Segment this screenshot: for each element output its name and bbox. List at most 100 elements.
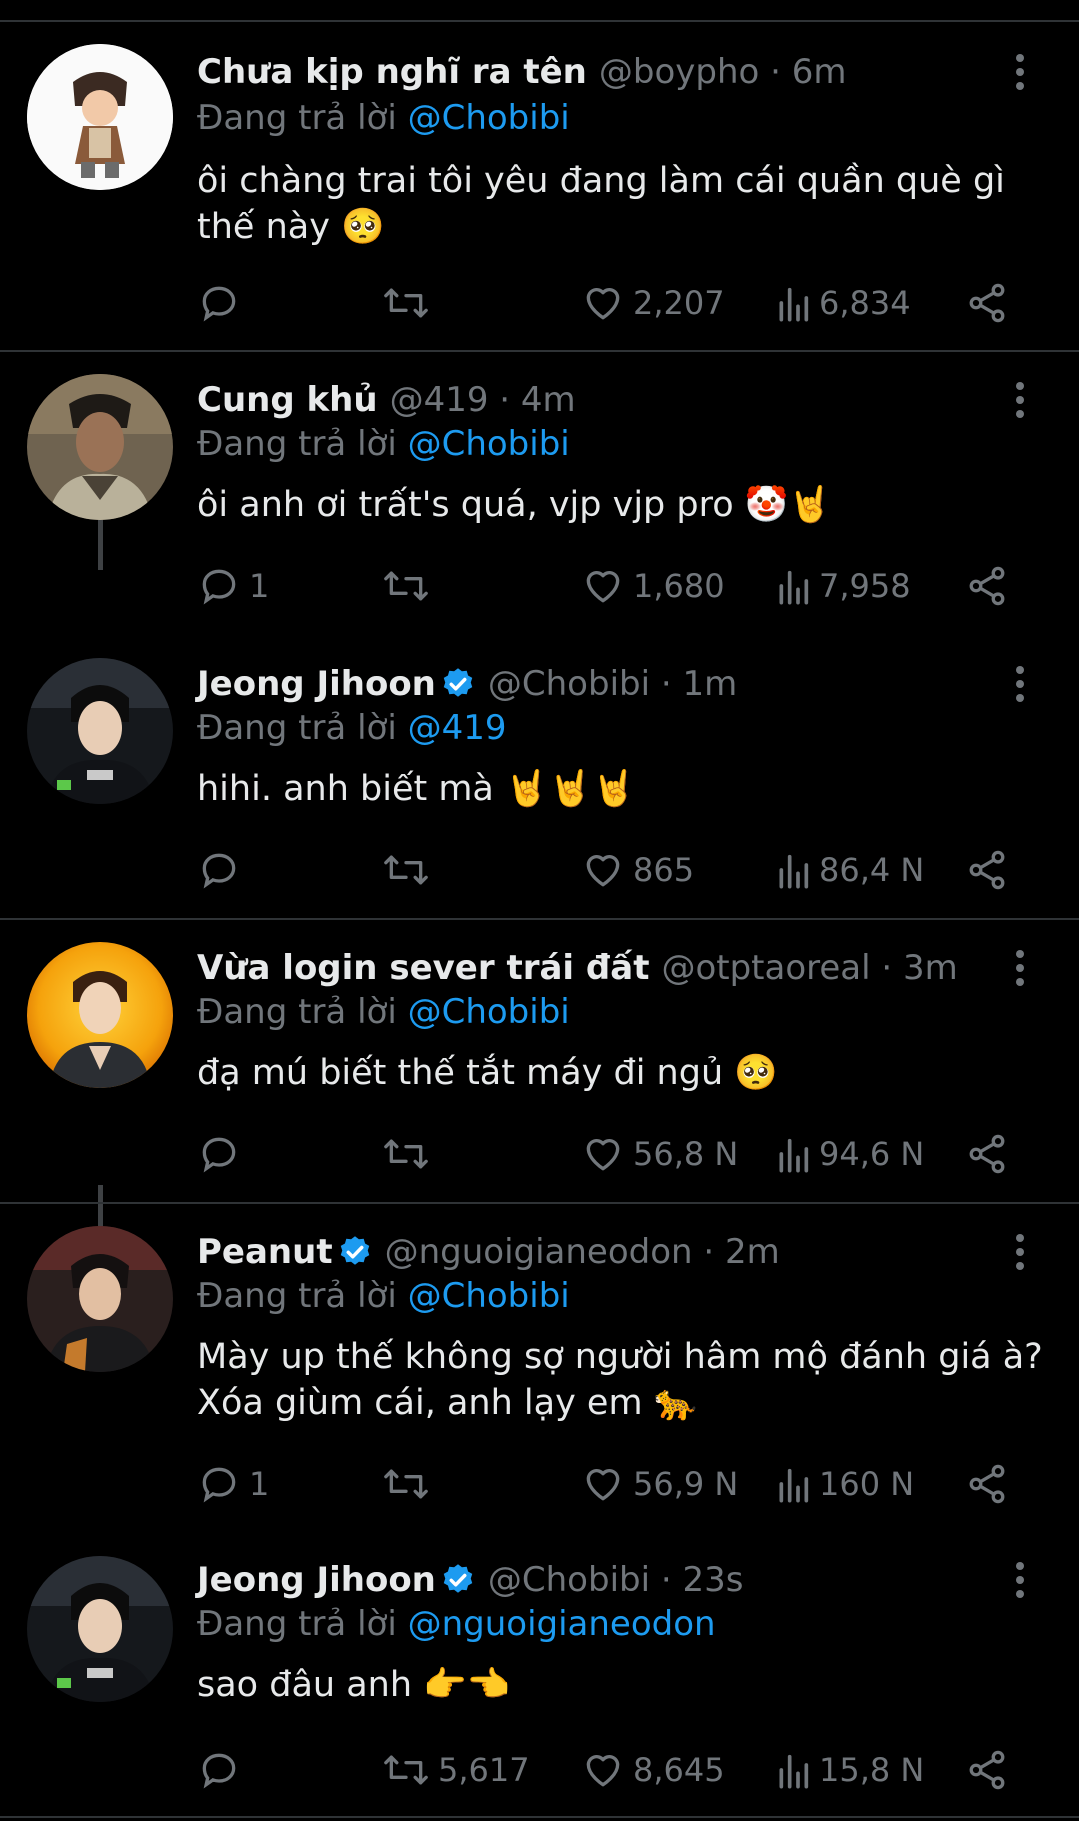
replying-to-mention[interactable]: @419 xyxy=(408,708,507,748)
more-vertical-icon[interactable] xyxy=(1004,944,1036,992)
avatar[interactable] xyxy=(27,658,173,804)
tweet[interactable]: Cung khủ @419 · 4m Đang trả lời @Chobibi… xyxy=(0,352,1079,636)
replying-to-mention[interactable]: @nguoigianeodon xyxy=(408,1604,716,1644)
views-button[interactable]: 86,4 N xyxy=(775,846,924,894)
avatar[interactable] xyxy=(27,44,173,190)
share-icon xyxy=(969,283,1005,323)
tweet[interactable]: Vừa login sever trái đất @otptaoreal · 3… xyxy=(0,920,1079,1202)
author-name[interactable]: Jeong Jihoon xyxy=(197,1560,436,1600)
reply-button[interactable] xyxy=(197,1130,249,1178)
like-button[interactable]: 56,9 N xyxy=(581,1460,738,1508)
retweet-count: 5,617 xyxy=(438,1751,530,1789)
share-button[interactable] xyxy=(965,846,1009,894)
replying-to-label: Đang trả lời xyxy=(197,708,397,748)
tweet-divider xyxy=(0,1816,1079,1818)
share-button[interactable] xyxy=(965,562,1009,610)
tweet[interactable]: Jeong Jihoon @Chobibi · 23s Đang trả lời… xyxy=(0,1530,1079,1816)
reply-icon xyxy=(202,286,236,322)
author-handle-time[interactable]: @nguoigianeodon · 2m xyxy=(385,1232,780,1272)
retweet-icon xyxy=(384,288,428,318)
replying-to-label: Đang trả lời xyxy=(197,1604,397,1644)
like-count: 2,207 xyxy=(633,284,725,322)
like-button[interactable]: 1,680 xyxy=(581,562,725,610)
like-icon xyxy=(586,855,620,887)
share-button[interactable] xyxy=(965,1746,1009,1794)
reply-icon xyxy=(202,853,236,889)
like-button[interactable]: 56,8 N xyxy=(581,1130,738,1178)
views-button[interactable]: 7,958 xyxy=(775,562,911,610)
tweet-header: Peanut @nguoigianeodon · 2m xyxy=(197,1228,780,1276)
tweet[interactable]: Jeong Jihoon @Chobibi · 1m Đang trả lời … xyxy=(0,636,1079,918)
reply-button[interactable] xyxy=(197,846,249,894)
retweet-button[interactable] xyxy=(382,846,438,894)
like-count: 8,645 xyxy=(633,1751,725,1789)
views-button[interactable]: 94,6 N xyxy=(775,1130,924,1178)
like-count: 56,8 N xyxy=(633,1135,739,1173)
views-button[interactable]: 15,8 N xyxy=(775,1746,924,1794)
retweet-button[interactable]: 5,617 xyxy=(382,1746,530,1794)
views-icon xyxy=(779,1138,809,1173)
action-bar: 2,207 6,834 xyxy=(197,279,1037,327)
replying-to-mention[interactable]: @Chobibi xyxy=(408,424,570,464)
like-icon xyxy=(586,1139,620,1171)
tweet-text: hihi. anh biết mà 🤘🤘🤘 xyxy=(197,766,1047,812)
author-handle-time[interactable]: @Chobibi · 1m xyxy=(488,664,737,704)
share-button[interactable] xyxy=(965,279,1009,327)
more-vertical-icon[interactable] xyxy=(1004,1556,1036,1604)
avatar[interactable] xyxy=(27,942,173,1088)
replying-to-mention[interactable]: @Chobibi xyxy=(408,1276,570,1316)
reply-icon xyxy=(202,1753,236,1789)
views-count: 6,834 xyxy=(819,284,911,322)
author-name[interactable]: Vừa login sever trái đất xyxy=(197,948,649,988)
avatar[interactable] xyxy=(27,1226,173,1372)
tweet-text-line: sao đâu anh 👉👈 xyxy=(197,1665,511,1705)
avatar[interactable] xyxy=(27,1556,173,1702)
like-button[interactable]: 865 xyxy=(581,846,694,894)
like-button[interactable]: 2,207 xyxy=(581,279,725,327)
reply-button[interactable]: 1 xyxy=(197,562,269,610)
author-handle-time[interactable]: @boypho · 6m xyxy=(599,52,847,92)
retweet-button[interactable] xyxy=(382,562,438,610)
retweet-button[interactable] xyxy=(382,279,438,327)
like-icon xyxy=(586,1469,620,1501)
share-button[interactable] xyxy=(965,1460,1009,1508)
avatar[interactable] xyxy=(27,374,173,520)
action-bar: 1 56,9 N 160 N xyxy=(197,1460,1037,1508)
share-icon xyxy=(969,566,1005,606)
author-name[interactable]: Peanut xyxy=(197,1232,333,1272)
more-vertical-icon[interactable] xyxy=(1004,48,1036,96)
author-handle-time[interactable]: @otptaoreal · 3m xyxy=(661,948,957,988)
more-vertical-icon[interactable] xyxy=(1004,1228,1036,1276)
views-icon xyxy=(779,1468,809,1503)
views-button[interactable]: 6,834 xyxy=(775,279,911,327)
reply-button[interactable] xyxy=(197,279,249,327)
more-vertical-icon[interactable] xyxy=(1004,660,1036,708)
views-button[interactable]: 160 N xyxy=(775,1460,914,1508)
author-handle-time[interactable]: @419 · 4m xyxy=(390,380,576,420)
author-name[interactable]: Jeong Jihoon xyxy=(197,664,436,704)
tweet-header: Vừa login sever trái đất @otptaoreal · 3… xyxy=(197,944,958,992)
retweet-button[interactable] xyxy=(382,1460,438,1508)
action-bar: 865 86,4 N xyxy=(197,846,1037,894)
more-vertical-icon[interactable] xyxy=(1004,376,1036,424)
author-name[interactable]: Chưa kịp nghĩ ra tên xyxy=(197,52,587,92)
views-count: 160 N xyxy=(819,1465,915,1503)
tweet-text-line: Mày up thế không sợ người hâm mộ đánh gi… xyxy=(197,1337,1043,1377)
tweet[interactable]: Peanut @nguoigianeodon · 2m Đang trả lời… xyxy=(0,1204,1079,1530)
tweet-text-line: ôi anh ơi trất's quá, vjp vjp pro 🤡🤘 xyxy=(197,485,832,525)
reply-button[interactable] xyxy=(197,1746,249,1794)
reply-icon xyxy=(202,1467,236,1503)
retweet-button[interactable] xyxy=(382,1130,438,1178)
author-name[interactable]: Cung khủ xyxy=(197,380,378,420)
replying-to-mention[interactable]: @Chobibi xyxy=(408,992,570,1032)
tweet-text-line: ôi chàng trai tôi yêu đang làm cái quần … xyxy=(197,161,1005,201)
share-button[interactable] xyxy=(965,1130,1009,1178)
reply-button[interactable]: 1 xyxy=(197,1460,269,1508)
tweet-text: ôi chàng trai tôi yêu đang làm cái quần … xyxy=(197,158,1047,250)
tweet-text-line: hihi. anh biết mà 🤘🤘🤘 xyxy=(197,769,636,809)
tweet[interactable]: Chưa kịp nghĩ ra tên @boypho · 6m Đang t… xyxy=(0,0,1079,350)
like-button[interactable]: 8,645 xyxy=(581,1746,725,1794)
reply-icon xyxy=(202,569,236,605)
replying-to-mention[interactable]: @Chobibi xyxy=(408,98,570,138)
author-handle-time[interactable]: @Chobibi · 23s xyxy=(488,1560,744,1600)
